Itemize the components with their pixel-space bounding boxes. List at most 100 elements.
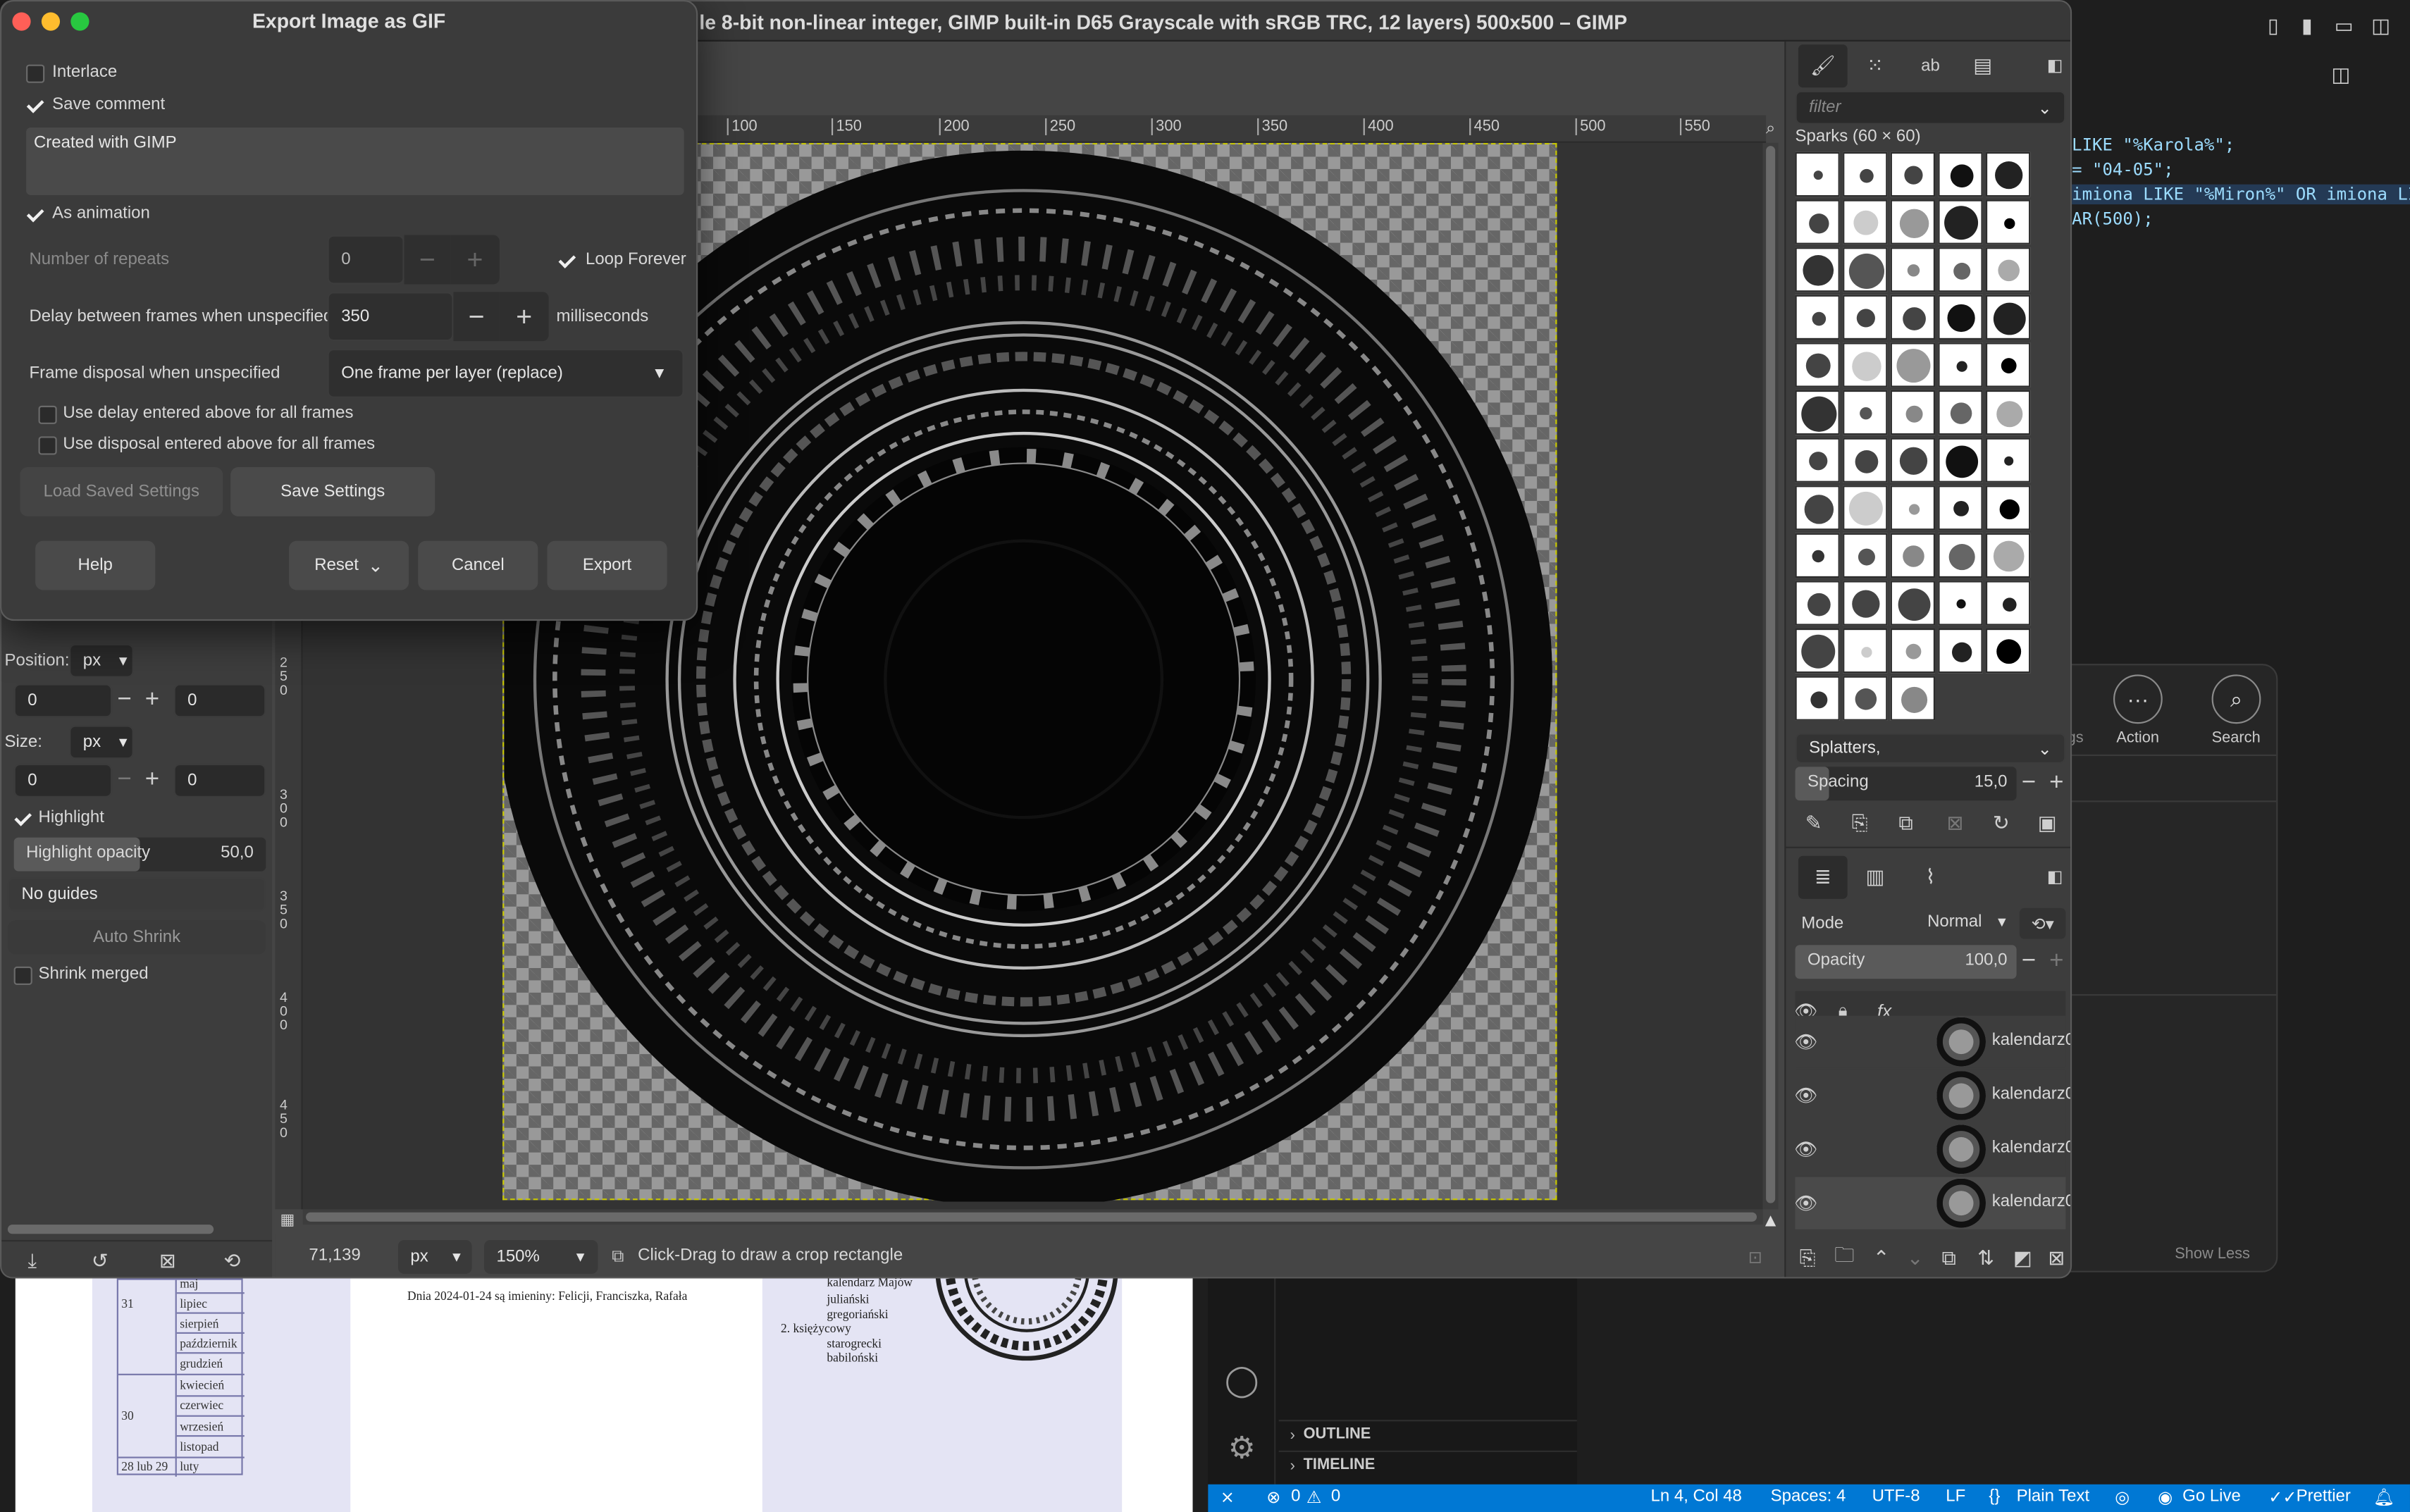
plus-icon[interactable]: + xyxy=(140,764,164,798)
save-settings-button[interactable]: Save Settings xyxy=(230,466,435,516)
refresh-icon[interactable]: ↻ xyxy=(1989,810,2013,837)
brush-swatch[interactable] xyxy=(1890,342,1936,388)
brush-swatch[interactable] xyxy=(1795,581,1840,626)
brush-swatch[interactable] xyxy=(1985,485,2031,531)
zoom-icon[interactable]: ⌕ xyxy=(1760,118,1781,140)
disposal-select[interactable]: One frame per layer (replace) ▼ xyxy=(327,349,684,398)
brush-swatch[interactable] xyxy=(1843,628,1888,674)
delete-brush-icon[interactable]: ⊠ xyxy=(1943,810,1967,837)
plus-icon[interactable]: + xyxy=(2044,945,2069,979)
brush-swatch[interactable] xyxy=(1985,342,2031,388)
size-h-input[interactable]: 0 xyxy=(173,763,266,798)
visibility-icon[interactable]: 👁︎ xyxy=(1794,1139,1817,1160)
vertical-scrollbar[interactable] xyxy=(1762,142,1779,1210)
raise-layer-icon[interactable]: ⌃ xyxy=(1869,1246,1893,1271)
brush-swatch[interactable] xyxy=(1795,295,1840,340)
brush-swatch[interactable] xyxy=(1985,247,2031,292)
brush-swatch[interactable] xyxy=(1890,438,1936,483)
position-y-input[interactable]: 0 xyxy=(173,683,266,718)
encoding[interactable]: UTF-8 xyxy=(1872,1487,1920,1506)
timeline-section[interactable]: › TIMELINE xyxy=(1278,1450,1577,1482)
navigate-icon[interactable]: ▲ xyxy=(1760,1209,1781,1231)
brush-swatch[interactable] xyxy=(1985,390,2031,435)
minus-icon[interactable]: − xyxy=(2017,767,2041,800)
position-unit-select[interactable]: px ▼ xyxy=(69,643,134,678)
plus-icon[interactable]: + xyxy=(140,684,164,718)
save-preset-icon[interactable]: ⤓ xyxy=(20,1249,44,1274)
use-disposal-checkbox[interactable] xyxy=(38,436,57,455)
plus-icon[interactable]: + xyxy=(2044,767,2069,800)
brush-swatch[interactable] xyxy=(1795,390,1840,435)
reset-icon[interactable]: ⟲ xyxy=(220,1249,245,1274)
settings-gear-icon[interactable]: ⚙ xyxy=(1223,1429,1260,1465)
brush-swatch[interactable] xyxy=(1938,533,1983,578)
guides-select[interactable]: No guides xyxy=(7,877,266,912)
account-icon[interactable]: ◯ xyxy=(1223,1361,1260,1398)
copilot-icon[interactable]: ◎ xyxy=(2115,1487,2130,1507)
brush-swatch[interactable] xyxy=(1843,295,1888,340)
brush-swatch[interactable] xyxy=(1890,295,1936,340)
highlight-checkbox[interactable] xyxy=(14,810,32,828)
action-label[interactable]: Action xyxy=(2116,730,2159,747)
panel-scrollbar[interactable] xyxy=(7,1225,214,1234)
layer-row[interactable]: 👁︎ kalendarz0 xyxy=(1794,1069,2070,1122)
export-button[interactable]: Export xyxy=(547,540,667,590)
tab-channels[interactable]: ▥ xyxy=(1853,856,1896,899)
dock-separator[interactable] xyxy=(1786,846,2070,856)
cancel-button[interactable]: Cancel xyxy=(418,540,538,590)
indentation[interactable]: Spaces: 4 xyxy=(1771,1487,1846,1506)
brush-swatch[interactable] xyxy=(1890,151,1936,197)
auto-shrink-button[interactable]: Auto Shrink xyxy=(7,920,266,955)
brush-swatch[interactable] xyxy=(1985,438,2031,483)
brush-swatch[interactable] xyxy=(1795,533,1840,578)
brush-swatch[interactable] xyxy=(1843,199,1888,244)
brush-swatch[interactable] xyxy=(1795,199,1840,244)
zoom-fit-icon[interactable]: ⊡ xyxy=(1745,1246,1767,1268)
brush-swatch[interactable] xyxy=(1938,295,1983,340)
quick-mask-icon[interactable]: ▦ xyxy=(275,1209,299,1231)
merge-layer-icon[interactable]: ⇅ xyxy=(1974,1246,1998,1271)
brush-swatch[interactable] xyxy=(1938,581,1983,626)
brush-swatch[interactable] xyxy=(1843,390,1888,435)
brush-swatch[interactable] xyxy=(1843,151,1888,197)
tab-layers[interactable]: ≣ xyxy=(1798,855,1848,899)
brush-swatch[interactable] xyxy=(1843,247,1888,292)
brush-swatch[interactable] xyxy=(1938,438,1983,483)
use-delay-checkbox[interactable] xyxy=(38,405,57,424)
minus-icon[interactable]: − xyxy=(112,684,137,718)
brush-swatch[interactable] xyxy=(1938,247,1983,292)
brush-swatch[interactable] xyxy=(1985,628,2031,674)
delete-layer-icon[interactable]: ⊠ xyxy=(2044,1246,2069,1271)
brush-swatch[interactable] xyxy=(1938,628,1983,674)
brush-swatch[interactable] xyxy=(1985,581,2031,626)
new-brush-icon[interactable]: ⎘ xyxy=(1848,810,1872,837)
tab-paths[interactable]: ⌇ xyxy=(1909,856,1952,899)
delete-preset-icon[interactable]: ⊠ xyxy=(155,1249,180,1274)
layout-grid-icon[interactable]: ◫ xyxy=(2370,14,2392,37)
brush-swatch[interactable] xyxy=(1795,342,1840,388)
horizontal-scrollbar[interactable] xyxy=(302,1209,1763,1225)
size-w-input[interactable]: 0 xyxy=(13,763,113,798)
load-settings-button[interactable]: Load Saved Settings xyxy=(20,466,223,516)
warning-icon[interactable]: ⚠ xyxy=(1306,1487,1322,1507)
as-animation-checkbox[interactable] xyxy=(26,206,44,224)
open-as-image-icon[interactable]: ▣ xyxy=(2035,810,2060,837)
brush-swatch[interactable] xyxy=(1843,533,1888,578)
brush-swatch[interactable] xyxy=(1795,628,1840,674)
tab-menu-icon[interactable]: ◧ xyxy=(2044,865,2066,887)
save-comment-checkbox[interactable] xyxy=(26,97,44,115)
brush-swatch[interactable] xyxy=(1890,390,1936,435)
plus-icon[interactable]: + xyxy=(499,292,549,342)
panel-toggle-icon[interactable]: ▭ xyxy=(2333,14,2355,37)
layer-row[interactable]: 👁︎ kalendarz0 xyxy=(1794,1123,2070,1176)
tab-gradients[interactable]: ▤ xyxy=(1961,44,2004,87)
eol[interactable]: LF xyxy=(1946,1487,1965,1506)
layout-icon[interactable]: ▯ xyxy=(2263,14,2285,37)
brush-swatch[interactable] xyxy=(1938,199,1983,244)
brush-tag-select[interactable]: Splatters, ⌄ xyxy=(1795,733,2066,764)
search-icon[interactable]: ⌕ xyxy=(2211,674,2261,724)
visibility-icon[interactable]: 👁︎ xyxy=(1794,1085,1817,1107)
visibility-icon[interactable]: 👁︎ xyxy=(1794,1192,1817,1214)
split-editor-icon[interactable]: ◫ xyxy=(2330,63,2352,86)
new-group-icon[interactable]: 🗀︎ xyxy=(1832,1243,1857,1271)
